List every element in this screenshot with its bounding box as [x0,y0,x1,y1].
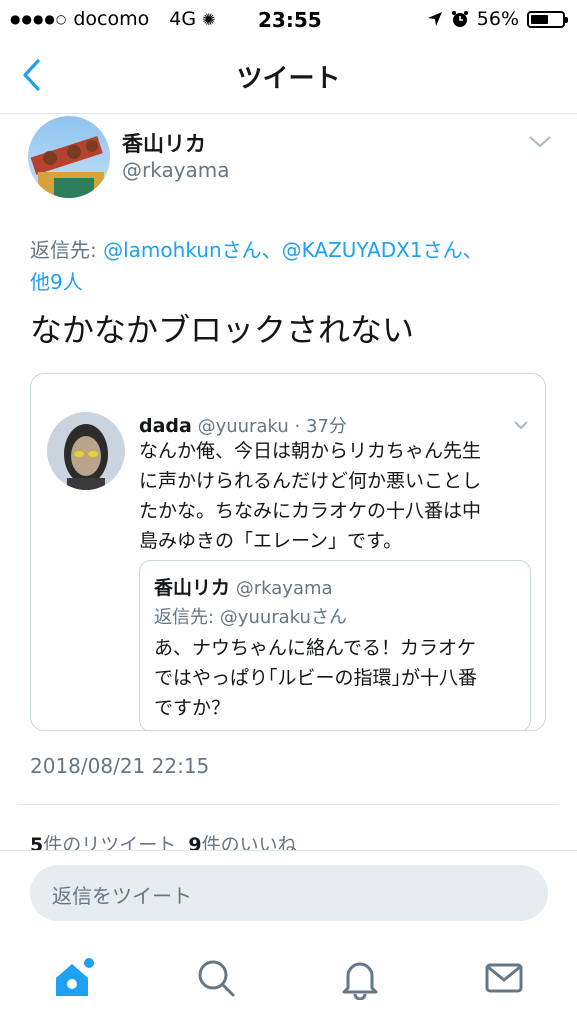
navigation-bar: ツイート [0,40,577,114]
alarm-clock-icon [451,11,468,27]
chevron-down-icon [514,421,528,430]
like-count[interactable]: 9 [188,834,201,850]
tweet-menu-button[interactable] [528,134,552,154]
author-name[interactable]: 香山リカ [122,128,206,158]
quoted-tweet-card[interactable]: dada @yuuraku · 37分 なんか俺、今日は朝からリカちゃん先生 に… [30,373,546,731]
nested-text-line: あ、ナウちゃんに絡んでる！カラオケ [154,637,477,659]
tab-home[interactable] [52,958,96,1006]
quoted-text: なんか俺、今日は朝からリカちゃん先生 に声かけられるんだけど何か悪いことし たか… [139,436,531,556]
tab-bar [0,940,577,1024]
reply-context: 返信先: @lamohkunさん、@KAZUYADX1さん、 他9人 [30,234,550,298]
tab-messages[interactable] [484,958,524,1002]
quoted-text-line: たかな。ちなみにカラオケの十八番は中 [139,500,482,522]
quoted-time: · 37分 [294,416,347,437]
quoted-text-line: に声かけられるんだけど何か悪いことし [139,470,482,492]
status-bar: ●●●●○ docomo 4G ✺ 23:55 56% [0,0,577,40]
quoted-author-avatar[interactable] [47,412,125,490]
nested-author-handle: @rkayama [235,578,333,599]
composer-placeholder: 返信をツイート [52,884,192,908]
nested-author-name: 香山リカ [154,577,231,599]
carrier-label: docomo [73,8,150,30]
quoted-menu-button[interactable] [513,416,529,435]
tweet-timestamp: 2018/08/21 22:15 [30,754,210,778]
home-icon [56,958,94,996]
nested-text-line: ですか？ [154,697,231,719]
nested-text-line: ではやっぱり｢ルビーの指環｣が十八番 [154,667,478,689]
author-handle[interactable]: @rkayama [122,158,230,182]
nested-reply-context: 返信先: @yuurakuさん [154,607,347,628]
tab-notifications[interactable] [340,958,380,1004]
status-left: ●●●●○ docomo 4G ✺ [10,8,215,30]
signal-dots-icon: ●●●●○ [10,12,68,26]
avatar-image [28,116,110,198]
tab-search[interactable] [196,958,236,1002]
nested-text: あ、ナウちゃんに絡んでる！カラオケ ではやっぱり｢ルビーの指環｣が十八番 ですか… [154,633,524,723]
tweet-stats: 5件のリツイート 9件のいいね [30,830,297,850]
quoted-author-name[interactable]: dada [139,415,192,437]
location-arrow-icon [427,12,442,26]
status-right: 56% [427,8,568,30]
reply-separator-1: さん、 [221,238,282,262]
nested-quote-card[interactable]: 香山リカ @rkayama 返信先: @yuurakuさん あ、ナウちゃんに絡ん… [139,560,531,730]
reply-prefix: 返信先: [30,238,104,262]
quoted-text-line: なんか俺、今日は朝からリカちゃん先生 [139,440,482,462]
search-icon [198,960,235,997]
activity-spinner-icon: ✺ [202,9,216,29]
page-title: ツイート [236,64,341,94]
nested-header: 香山リカ @rkayama [154,573,333,600]
reply-separator-2: さん、 [422,238,483,262]
notifications-bell-icon [342,962,378,1001]
reply-mention-1[interactable]: @lamohkun [103,238,222,262]
quoted-text-line: 島みゆきの「エレーン」です。 [139,530,403,552]
battery-icon [527,10,568,28]
tweet-text: なかなかブロックされない [30,311,415,349]
quoted-header: dada @yuuraku · 37分 [139,412,347,438]
chevron-down-icon [529,136,551,148]
reply-composer-input[interactable]: 返信をツイート [30,865,548,921]
author-avatar[interactable] [28,116,110,198]
reply-others-link[interactable]: 他9人 [30,270,83,294]
divider [18,804,559,805]
messages-envelope-icon [485,963,523,993]
retweet-label[interactable]: 件のリツイート [43,834,176,850]
quoted-avatar-image [47,412,125,490]
reply-mention-2[interactable]: @KAZUYADX1 [282,238,423,262]
battery-percent: 56% [476,8,519,30]
like-label[interactable]: 件のいいね [202,834,297,850]
retweet-count[interactable]: 5 [30,834,43,850]
network-label: 4G [169,8,197,30]
quoted-author-handle[interactable]: @yuuraku [198,416,289,437]
status-time: 23:55 [258,8,322,32]
